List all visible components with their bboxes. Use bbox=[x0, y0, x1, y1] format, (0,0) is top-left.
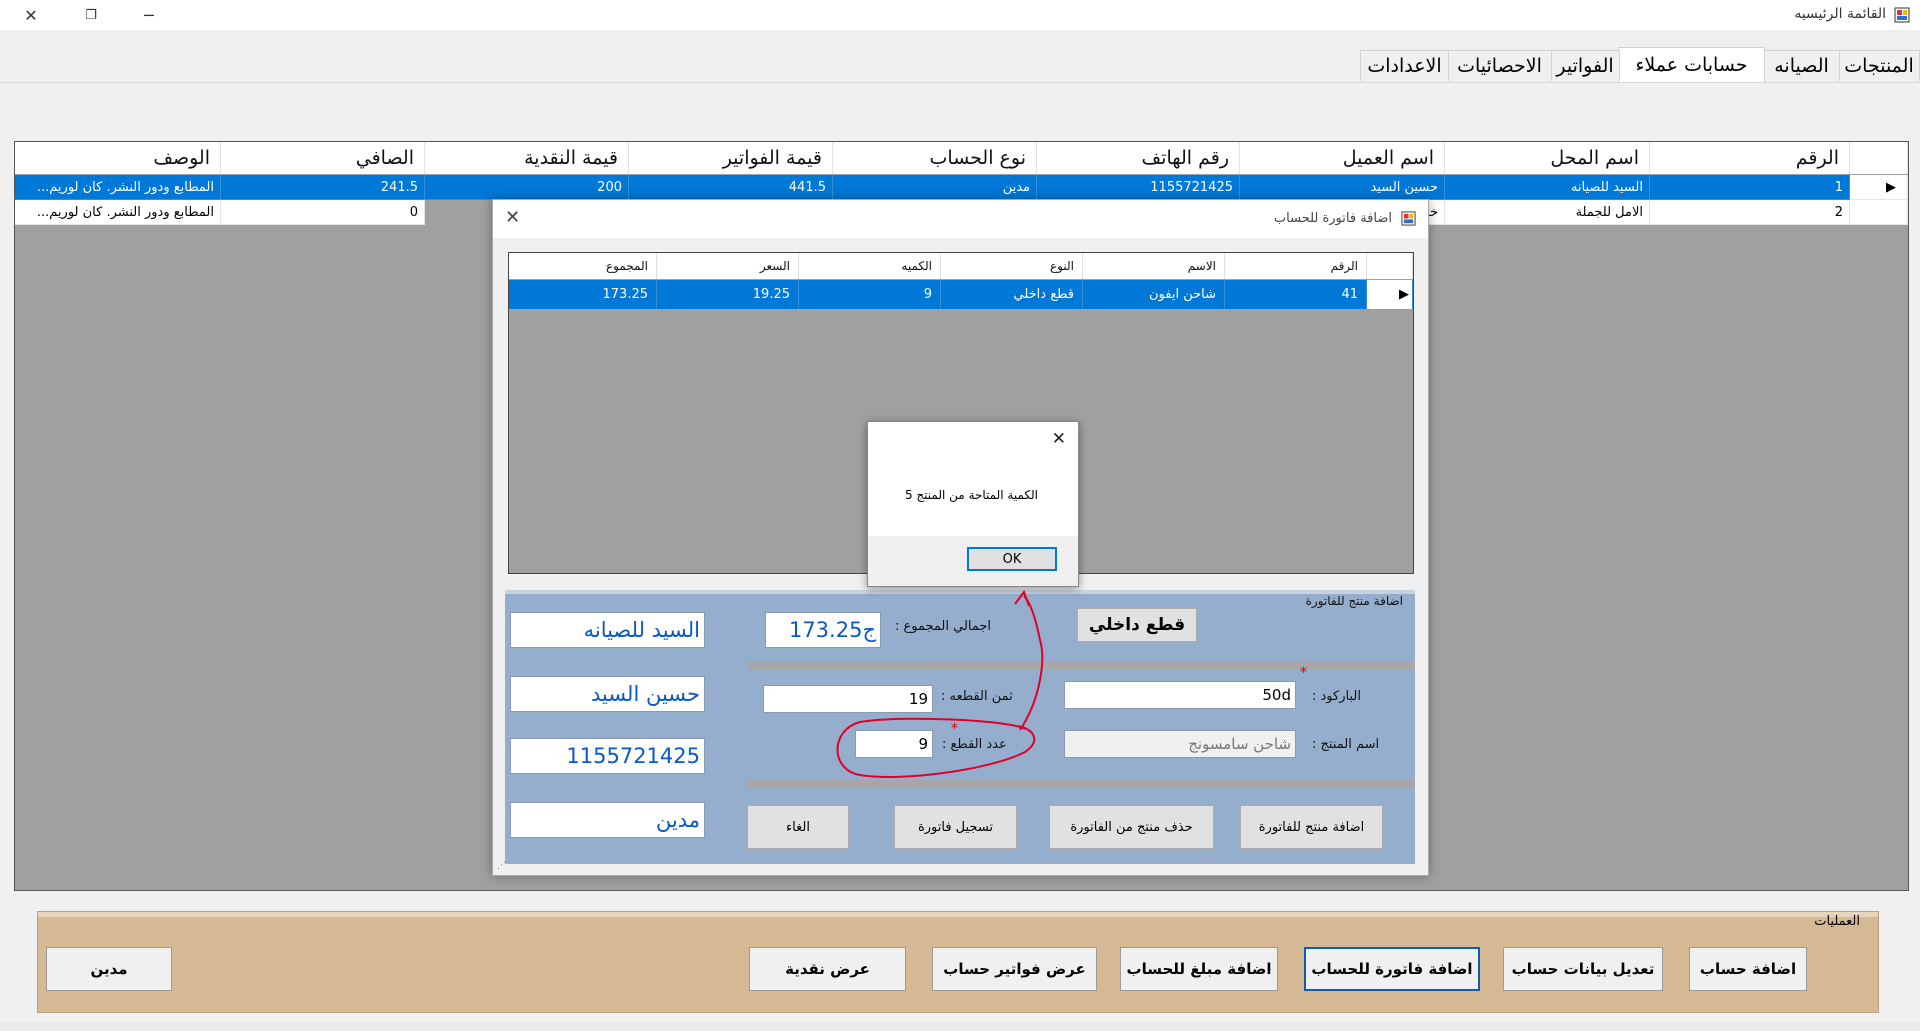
column-header-number[interactable]: الرقم bbox=[1225, 253, 1367, 279]
add-account-button[interactable]: اضافة حساب bbox=[1689, 947, 1807, 991]
barcode-input[interactable]: 50d bbox=[1064, 681, 1296, 709]
row-selector-arrow-icon[interactable]: ▶ bbox=[1367, 280, 1413, 309]
ok-button[interactable]: OK bbox=[967, 547, 1057, 571]
column-header-customer[interactable]: اسم العميل bbox=[1240, 142, 1445, 174]
add-product-button[interactable]: اضافة منتج للفاتورة bbox=[1240, 805, 1383, 849]
unit-price-input[interactable]: 19 bbox=[763, 685, 933, 713]
phone-field[interactable]: 1155721425 bbox=[510, 738, 705, 774]
restore-icon[interactable]: ❐ bbox=[68, 0, 114, 30]
table-cell[interactable]: 1155721425 bbox=[1037, 175, 1240, 200]
resize-grip-icon[interactable]: ⋰ bbox=[497, 861, 506, 871]
debtor-button[interactable]: مدين bbox=[46, 947, 172, 991]
message-body bbox=[868, 422, 1078, 536]
table-cell[interactable]: 9 bbox=[799, 280, 941, 309]
column-header bbox=[1850, 142, 1908, 174]
add-amount-button[interactable]: اضافة مبلغ للحساب bbox=[1120, 947, 1278, 991]
table-cell[interactable]: 0 bbox=[221, 200, 425, 225]
row-selector[interactable] bbox=[1850, 200, 1908, 225]
table-cell[interactable]: 241.5 bbox=[221, 175, 425, 200]
table-cell[interactable]: المطابع ودور النشر. كان لوريم... bbox=[15, 200, 221, 225]
account-type-field[interactable]: مدين bbox=[510, 802, 705, 838]
table-cell[interactable]: 41 bbox=[1225, 280, 1367, 309]
total-field[interactable]: 173.25ج bbox=[765, 612, 881, 648]
column-header-description[interactable]: الوصف bbox=[15, 142, 221, 174]
add-product-panel: اضافة منتج للفاتورة قطع داخلي اجمالي الم… bbox=[505, 590, 1415, 864]
pieces-label: عدد القطع : bbox=[942, 737, 1007, 752]
status-bar bbox=[0, 1022, 1920, 1031]
cancel-button[interactable]: الغاء bbox=[747, 805, 849, 849]
table-cell[interactable]: 19.25 bbox=[657, 280, 799, 309]
close-icon[interactable]: ✕ bbox=[8, 0, 54, 30]
barcode-label: الباركود : bbox=[1312, 689, 1361, 704]
edit-account-button[interactable]: تعديل بيانات حساب bbox=[1503, 947, 1663, 991]
pieces-input[interactable]: 9 bbox=[855, 730, 933, 758]
dialog-close-icon[interactable]: ✕ bbox=[505, 207, 520, 228]
show-cash-button[interactable]: عرض نقدية bbox=[749, 947, 906, 991]
panel-border bbox=[38, 912, 1878, 917]
customer-name-field[interactable]: حسين السيد bbox=[510, 676, 705, 712]
product-name-label: اسم المنتج : bbox=[1312, 737, 1380, 752]
dialog-title: اضافة فاتورة للحساب bbox=[1273, 211, 1392, 226]
window-title: القائمة الرئيسيه bbox=[1794, 6, 1886, 22]
tab-products[interactable]: المنتجات bbox=[1838, 50, 1920, 81]
required-marker: * bbox=[1300, 665, 1307, 681]
table-cell[interactable]: حسين السيد bbox=[1240, 175, 1445, 200]
unit-price-label: ثمن القطعه : bbox=[941, 689, 1013, 704]
minimize-icon[interactable]: ─ bbox=[126, 0, 172, 30]
column-header bbox=[1367, 253, 1413, 279]
product-name-field: شاحن سامسونج bbox=[1064, 730, 1296, 758]
title-bar: ✕ ❐ ─ القائمة الرئيسيه bbox=[0, 0, 1920, 30]
table-cell[interactable]: الامل للجملة bbox=[1445, 200, 1650, 225]
table-cell[interactable]: 200 bbox=[425, 175, 629, 200]
table-cell[interactable]: المطابع ودور النشر. كان لوريم... bbox=[15, 175, 221, 200]
panel-title: اضافة منتج للفاتورة bbox=[1305, 594, 1403, 608]
separator bbox=[747, 780, 1415, 788]
column-header-account-type[interactable]: نوع الحساب bbox=[833, 142, 1037, 174]
remove-product-button[interactable]: حذف منتج من الفاتورة bbox=[1049, 805, 1214, 849]
message-box: ✕ الكمية المتاحة من المنتج 5 OK bbox=[867, 421, 1079, 587]
table-cell[interactable]: 1 bbox=[1650, 175, 1850, 200]
app-icon bbox=[1894, 7, 1910, 23]
column-header-phone[interactable]: رقم الهاتف bbox=[1037, 142, 1240, 174]
table-cell[interactable]: 441.5 bbox=[629, 175, 833, 200]
table-cell[interactable]: قطع داخلي bbox=[941, 280, 1083, 309]
operations-panel: العمليات اضافة حساب تعديل بيانات حساب اض… bbox=[37, 911, 1879, 1013]
add-invoice-button[interactable]: اضافة فاتورة للحساب bbox=[1304, 947, 1480, 991]
save-invoice-button[interactable]: تسجيل فاتورة bbox=[894, 805, 1017, 849]
column-header-number[interactable]: الرقم bbox=[1650, 142, 1850, 174]
table-cell[interactable]: 2 bbox=[1650, 200, 1850, 225]
message-close-icon[interactable]: ✕ bbox=[1052, 429, 1066, 449]
message-text: الكمية المتاحة من المنتج 5 bbox=[904, 488, 1038, 502]
table-cell[interactable]: 173.25 bbox=[509, 280, 657, 309]
category-button[interactable]: قطع داخلي bbox=[1077, 608, 1197, 642]
required-marker: * bbox=[951, 721, 958, 737]
column-header-total[interactable]: المجموع bbox=[509, 253, 657, 279]
tab-settings[interactable]: الاعدادات bbox=[1360, 50, 1449, 81]
tab-maintenance[interactable]: الصيانه bbox=[1763, 50, 1840, 81]
column-header-type[interactable]: النوع bbox=[941, 253, 1083, 279]
tab-invoices[interactable]: الفواتير bbox=[1550, 50, 1620, 81]
column-header-shop[interactable]: اسم المحل bbox=[1445, 142, 1650, 174]
column-header-net[interactable]: الصافي bbox=[221, 142, 425, 174]
separator bbox=[747, 662, 1415, 670]
dialog-title-bar: ✕ اضافة فاتورة للحساب bbox=[493, 200, 1428, 238]
tab-customer-accounts[interactable]: حسابات عملاء bbox=[1618, 47, 1765, 82]
table-cell[interactable]: شاحن ايفون bbox=[1083, 280, 1225, 309]
total-label: اجمالي المجموع : bbox=[895, 619, 992, 634]
operations-title: العمليات bbox=[1814, 914, 1860, 929]
row-selector-arrow-icon[interactable]: ▶ bbox=[1850, 175, 1908, 200]
table-cell[interactable]: السيد للصيانه bbox=[1445, 175, 1650, 200]
column-header-cash-value[interactable]: قيمة النقدية bbox=[425, 142, 629, 174]
shop-name-field[interactable]: السيد للصيانه bbox=[510, 612, 705, 648]
column-header-quantity[interactable]: الكميه bbox=[799, 253, 941, 279]
column-header-invoices-value[interactable]: قيمة الفواتير bbox=[629, 142, 833, 174]
dialog-app-icon bbox=[1401, 211, 1416, 226]
column-header-name[interactable]: الاسم bbox=[1083, 253, 1225, 279]
show-invoices-button[interactable]: عرض فواتير حساب bbox=[932, 947, 1097, 991]
tab-statistics[interactable]: الاحصائيات bbox=[1447, 50, 1552, 81]
table-cell[interactable]: مدين bbox=[833, 175, 1037, 200]
column-header-price[interactable]: السعر bbox=[657, 253, 799, 279]
